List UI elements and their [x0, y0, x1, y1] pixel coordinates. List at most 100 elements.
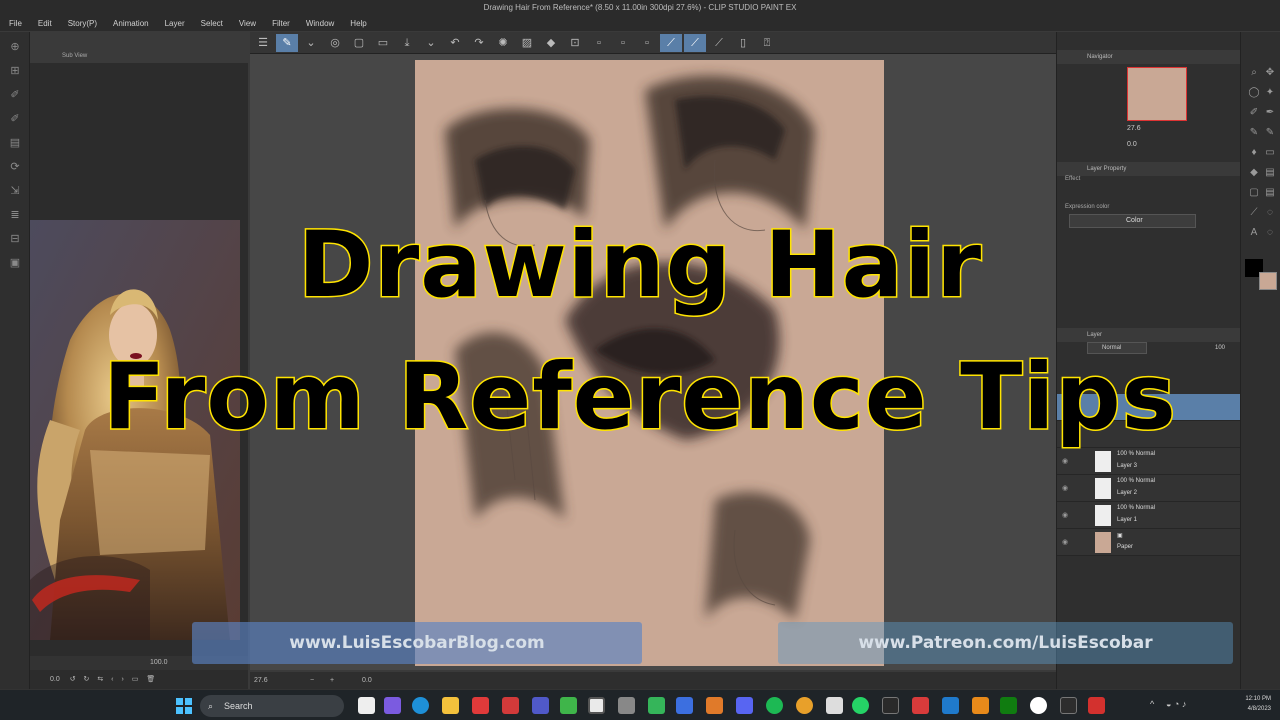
figure-icon[interactable]: ▢: [1247, 186, 1261, 200]
green-app-icon[interactable]: [648, 697, 665, 714]
new-file-icon[interactable]: ▢: [348, 34, 370, 52]
docs-icon[interactable]: [942, 697, 959, 714]
edge-icon[interactable]: [412, 697, 429, 714]
redo-icon[interactable]: ↷: [468, 34, 490, 52]
acrobat-icon[interactable]: [1088, 697, 1105, 714]
menu-story[interactable]: Story(P): [59, 16, 104, 31]
chevron-down-icon[interactable]: ⌄: [300, 34, 322, 52]
teams-chat-icon[interactable]: [384, 697, 401, 714]
rotate-right-icon[interactable]: ↻: [84, 676, 90, 683]
zoom-in-icon[interactable]: +: [330, 672, 334, 689]
writer-icon[interactable]: [1030, 697, 1047, 714]
taskbar-search[interactable]: ⌕ Search: [200, 695, 344, 717]
sub-view-tab[interactable]: Sub View: [30, 50, 248, 63]
delete-icon[interactable]: 🗑: [146, 676, 155, 683]
terminal-icon[interactable]: [1060, 697, 1077, 714]
eyedropper-icon[interactable]: ✐: [1247, 106, 1261, 120]
tray-status-icons[interactable]: ◒ ◔ ♪: [1166, 699, 1186, 709]
spotify-icon[interactable]: [766, 697, 783, 714]
windows-start-icon[interactable]: [176, 698, 192, 714]
menu-window[interactable]: Window: [297, 16, 341, 31]
tool-property-icon[interactable]: ✎: [276, 33, 298, 52]
menu-file[interactable]: File: [0, 16, 29, 31]
task-view-icon[interactable]: [358, 697, 375, 714]
navigator-angle-value[interactable]: 0.0: [1127, 141, 1137, 148]
invert-selection-icon[interactable]: ▫: [612, 34, 634, 52]
eyedropper-alt-icon[interactable]: ✐: [5, 110, 25, 128]
deselect-icon[interactable]: ▫: [588, 34, 610, 52]
camera-icon[interactable]: [618, 697, 635, 714]
save-icon[interactable]: ⤓: [396, 34, 418, 52]
obs-icon[interactable]: [882, 697, 899, 714]
navigator-tab[interactable]: Navigator: [1057, 50, 1240, 64]
snap-ruler-icon[interactable]: ⟋: [660, 33, 682, 52]
open-folder-icon[interactable]: ▭: [132, 676, 139, 683]
move-tool-icon[interactable]: ✥: [1263, 66, 1277, 80]
menu-icon[interactable]: ☰: [252, 34, 274, 52]
zoom-out-icon[interactable]: −: [310, 672, 314, 689]
zoom-tool-icon[interactable]: ⌕: [1247, 66, 1261, 80]
menu-edit[interactable]: Edit: [29, 16, 59, 31]
taskbar-clock[interactable]: 12:10 PM 4/8/2023: [1225, 694, 1271, 714]
clear-icon[interactable]: ▨: [516, 34, 538, 52]
snap-grid-icon[interactable]: ⟋: [708, 34, 730, 52]
lasso-icon[interactable]: ◯: [1247, 86, 1261, 100]
undo-icon[interactable]: ↶: [444, 34, 466, 52]
eye-icon[interactable]: ◉: [1062, 511, 1068, 519]
tray-chevron-icon[interactable]: ^: [1150, 699, 1154, 709]
eye-icon[interactable]: ◉: [1062, 538, 1068, 546]
vivaldi-icon[interactable]: [472, 697, 489, 714]
file-explorer-icon[interactable]: [442, 697, 459, 714]
steam-icon[interactable]: [826, 697, 843, 714]
layer-row[interactable]: ◉ 100 % Normal Layer 1: [1057, 502, 1241, 529]
layer-row[interactable]: ◉ 100 % Normal Layer 2: [1057, 475, 1241, 502]
flip-icon[interactable]: ⇆: [97, 676, 103, 683]
eye-icon[interactable]: ◉: [1062, 484, 1068, 492]
export-chevron-icon[interactable]: ⌄: [420, 34, 442, 52]
menu-view[interactable]: View: [230, 16, 263, 31]
help-icon[interactable]: ⍰: [756, 34, 778, 52]
layer-property-tab[interactable]: Layer Property: [1057, 162, 1241, 176]
canvas-angle-value[interactable]: 0.0: [362, 672, 372, 689]
navigator-zoom-value[interactable]: 27.6: [1127, 125, 1141, 132]
blue-app-icon[interactable]: [676, 697, 693, 714]
menu-animation[interactable]: Animation: [104, 16, 156, 31]
frame-icon[interactable]: ▤: [1263, 186, 1277, 200]
next-icon[interactable]: ›: [121, 676, 123, 683]
transform-icon[interactable]: ⊡: [564, 34, 586, 52]
zoom-icon[interactable]: ⊕: [5, 38, 25, 56]
eraser-icon[interactable]: ▭: [1263, 146, 1277, 160]
menu-help[interactable]: Help: [341, 16, 373, 31]
vivaldi-alt-icon[interactable]: [502, 697, 519, 714]
eyedropper-icon[interactable]: ✐: [5, 86, 25, 104]
discord-icon[interactable]: [736, 697, 753, 714]
snap-special-ruler-icon[interactable]: ⟋: [684, 33, 706, 52]
phone-link-icon[interactable]: [560, 697, 577, 714]
search-app-icon[interactable]: [972, 697, 989, 714]
red-app-icon[interactable]: [912, 697, 929, 714]
rotate-left-icon[interactable]: ↺: [70, 676, 76, 683]
spinner-icon[interactable]: ✺: [492, 34, 514, 52]
xbox-icon[interactable]: [1000, 697, 1017, 714]
clip-studio-icon[interactable]: [588, 697, 605, 714]
blend-icon[interactable]: ♦: [1247, 146, 1261, 160]
fill-icon[interactable]: ◆: [540, 34, 562, 52]
whatsapp-icon[interactable]: [852, 697, 869, 714]
navigator-preview[interactable]: [1127, 67, 1187, 121]
wand-icon[interactable]: ✦: [1263, 86, 1277, 100]
canvas-zoom-value[interactable]: 27.6: [254, 672, 268, 689]
menu-layer[interactable]: Layer: [156, 16, 192, 31]
scale-icon[interactable]: ⇲: [5, 182, 25, 200]
rotate-icon[interactable]: ⟳: [5, 158, 25, 176]
gradient-icon[interactable]: ▤: [1263, 166, 1277, 180]
pen-icon[interactable]: ✒: [1263, 106, 1277, 120]
tablet-icon[interactable]: ▯: [732, 34, 754, 52]
layer-row[interactable]: ◉ ▣ Paper: [1057, 529, 1241, 556]
fill-icon[interactable]: ◆: [1247, 166, 1261, 180]
open-folder-icon[interactable]: ▭: [372, 34, 394, 52]
airbrush-icon[interactable]: ✎: [1263, 126, 1277, 140]
menu-select[interactable]: Select: [192, 16, 230, 31]
show-selection-icon[interactable]: ▫: [636, 34, 658, 52]
teams-icon[interactable]: [532, 697, 549, 714]
brush-icon[interactable]: ✎: [1247, 126, 1261, 140]
